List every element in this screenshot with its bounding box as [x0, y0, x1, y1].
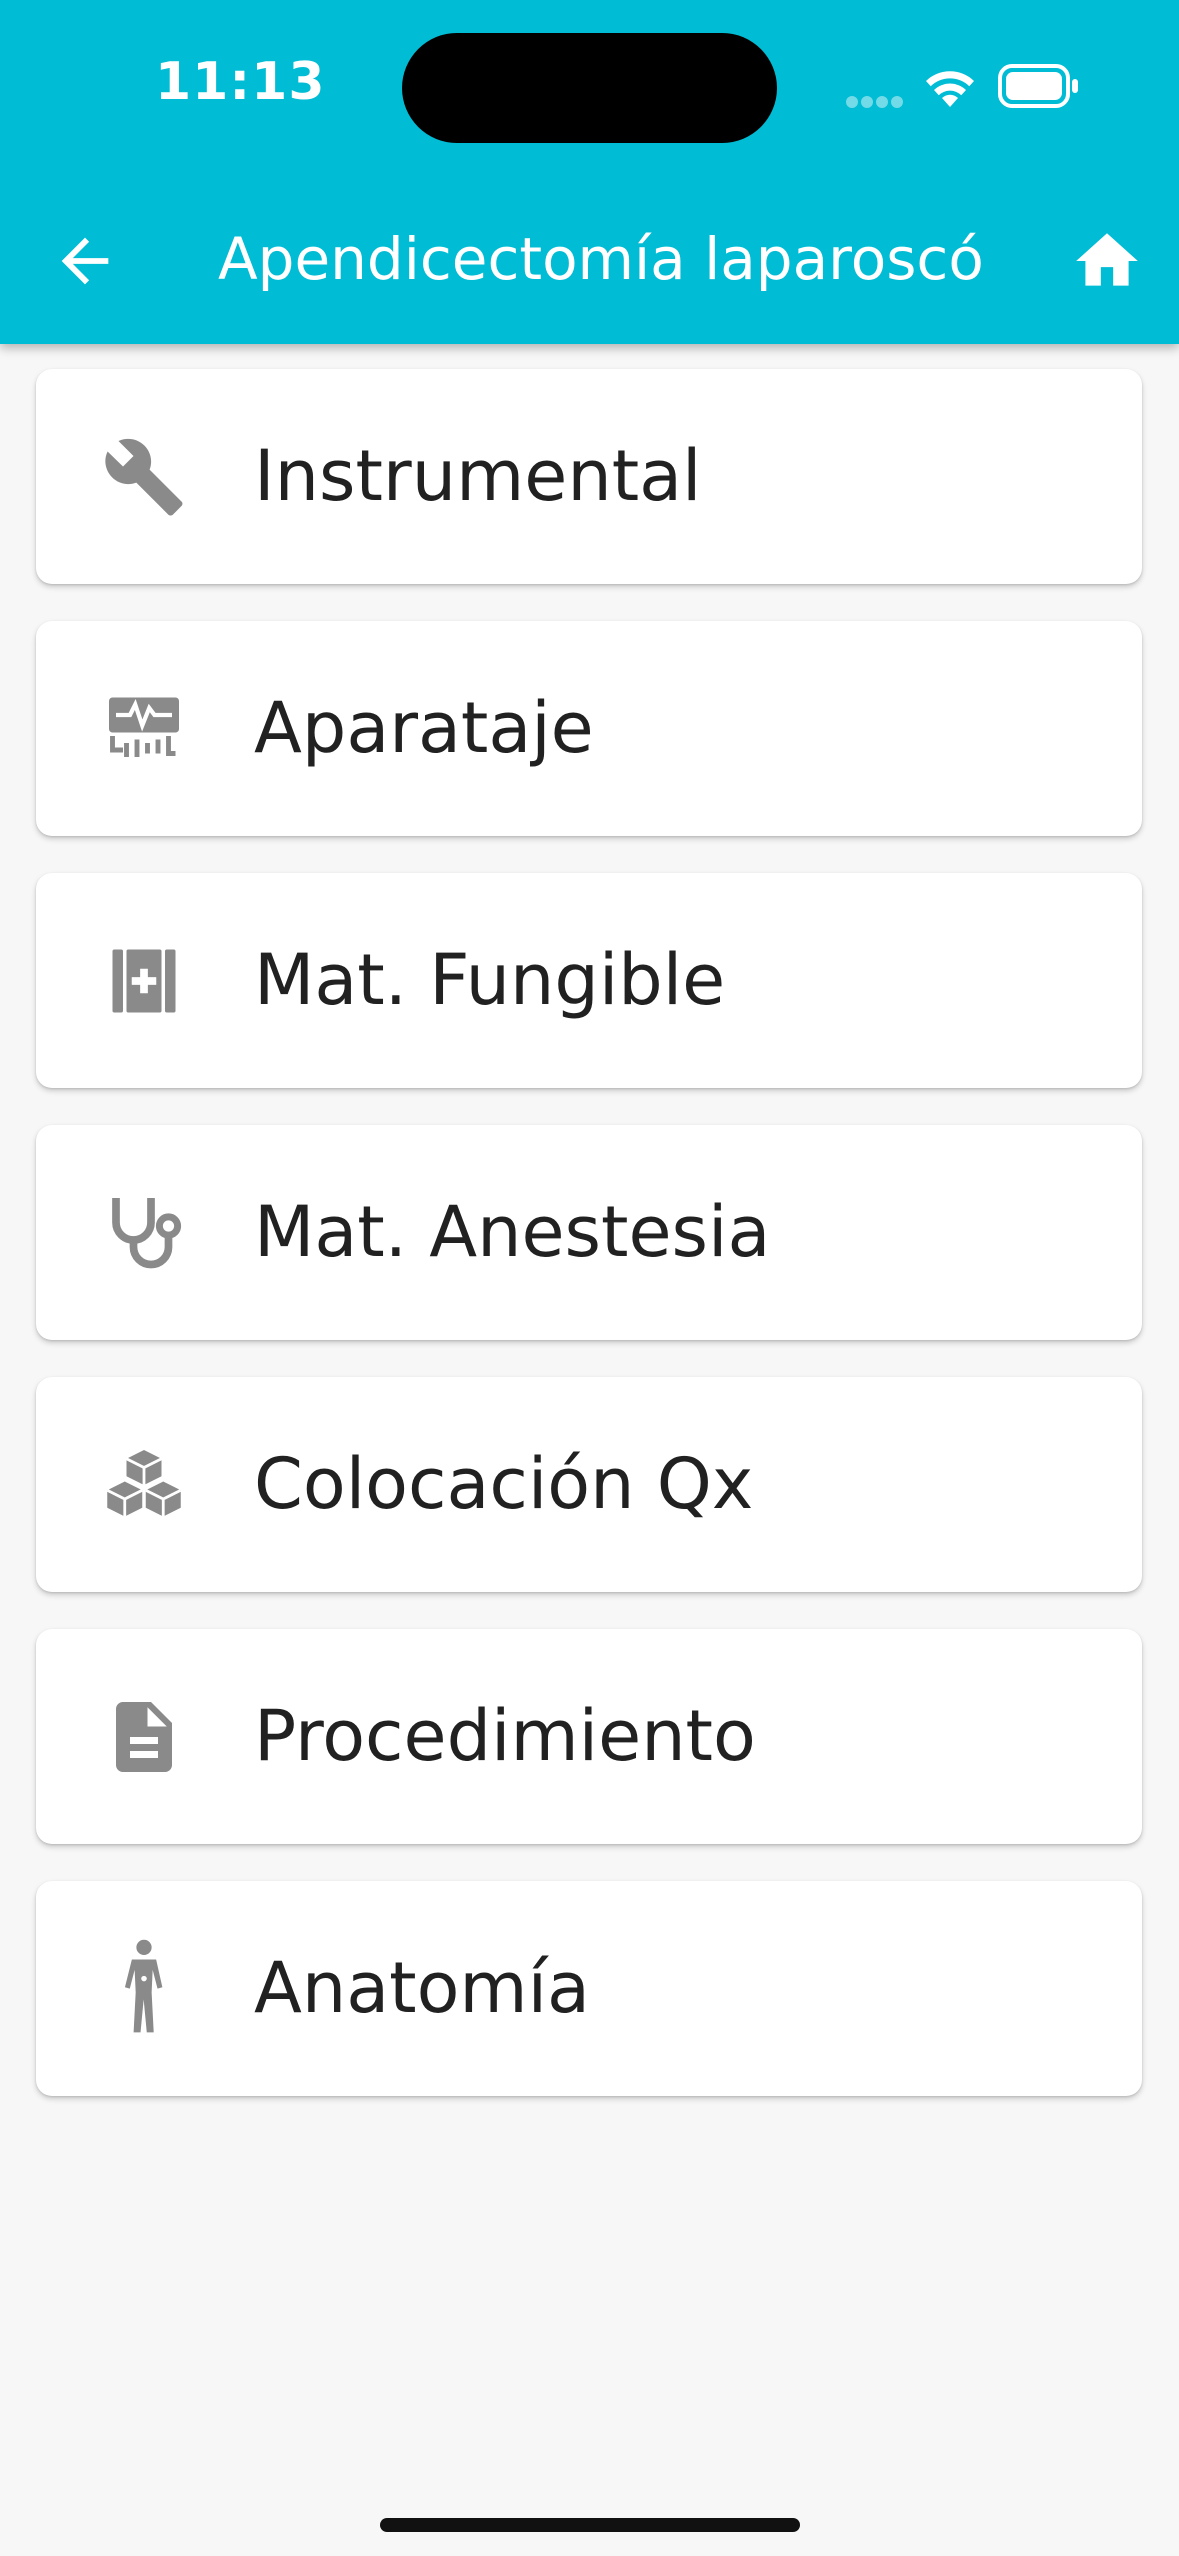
menu-item-label: Procedimiento	[254, 1695, 756, 1777]
screen: 11:13 Apendicectomía laparoscó Instrumen…	[0, 0, 1179, 2556]
menu-item-procedimiento[interactable]: Procedimiento	[36, 1629, 1142, 1844]
home-icon	[1076, 233, 1138, 286]
wrench-icon	[102, 435, 186, 519]
menu-item-mat-anestesia[interactable]: Mat. Anestesia	[36, 1125, 1142, 1340]
menu-item-instrumental[interactable]: Instrumental	[36, 369, 1142, 584]
monitor-icon	[102, 687, 186, 771]
battery-icon	[998, 64, 1080, 112]
menu-item-label: Anatomía	[254, 1947, 590, 2029]
page-title: Apendicectomía laparoscó	[218, 225, 984, 293]
document-icon	[102, 1695, 186, 1779]
menu-item-mat-fungible[interactable]: Mat. Fungible	[36, 873, 1142, 1088]
cubes-icon	[102, 1443, 186, 1527]
human-body-icon	[102, 1939, 186, 2033]
home-indicator[interactable]	[380, 2518, 800, 2532]
menu-item-colocacion-qx[interactable]: Colocación Qx	[36, 1377, 1142, 1592]
menu-item-label: Colocación Qx	[254, 1443, 754, 1525]
menu-item-label: Instrumental	[254, 435, 702, 517]
wifi-icon	[920, 64, 980, 114]
menu-list: Instrumental Aparataje Mat. Fungible Mat…	[36, 369, 1142, 2133]
menu-item-label: Mat. Fungible	[254, 939, 726, 1021]
status-time: 11:13	[155, 52, 326, 112]
home-button[interactable]	[1070, 224, 1144, 298]
menu-item-aparataje[interactable]: Aparataje	[36, 621, 1142, 836]
menu-item-anatomia[interactable]: Anatomía	[36, 1881, 1142, 2096]
arrow-back-icon	[61, 237, 109, 285]
app-bar: 11:13 Apendicectomía laparoscó	[0, 0, 1179, 344]
menu-item-label: Mat. Anestesia	[254, 1191, 771, 1273]
cellular-signal-icon	[846, 93, 906, 112]
menu-item-label: Aparataje	[254, 687, 594, 769]
back-button[interactable]	[50, 226, 120, 296]
dynamic-island	[402, 33, 777, 143]
medical-kit-icon	[102, 939, 186, 1023]
stethoscope-icon	[102, 1191, 186, 1275]
